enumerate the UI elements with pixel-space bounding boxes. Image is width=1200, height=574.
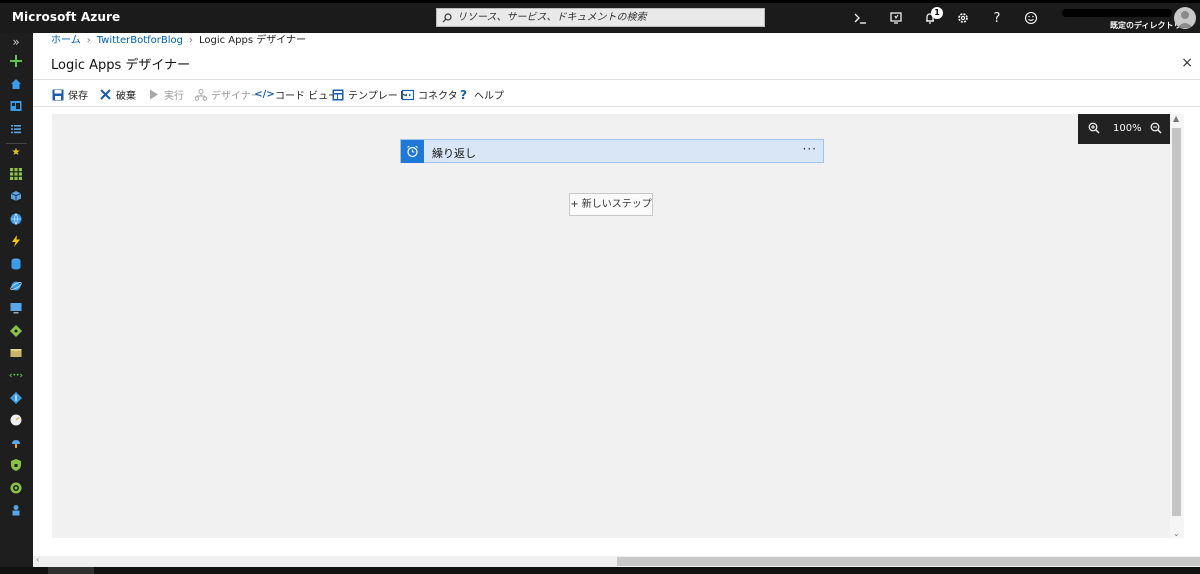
zoom-in-icon[interactable] — [1088, 122, 1100, 137]
canvas-vertical-scrollbar[interactable]: ▲ ⌄ — [1170, 114, 1184, 538]
azure-ad-icon[interactable] — [9, 391, 23, 405]
gear-icon[interactable] — [955, 10, 971, 26]
all-services-icon[interactable] — [9, 122, 23, 136]
scroll-down-arrow[interactable]: ⌄ — [1173, 529, 1180, 538]
left-nav-rail: » ★ ‹··› — [0, 33, 33, 574]
zoom-control: 100% — [1078, 114, 1170, 144]
avatar[interactable] — [1174, 7, 1196, 29]
designer-canvas[interactable] — [52, 114, 1170, 538]
breadcrumb-separator: › — [188, 35, 193, 46]
alarm-clock-icon — [401, 140, 424, 163]
blade-header: Logic Apps デザイナー × — [33, 49, 1200, 80]
scroll-left-arrow[interactable]: ‹ — [36, 555, 39, 564]
dashboard-icon[interactable] — [9, 99, 23, 113]
discard-button[interactable]: 破棄 — [99, 87, 136, 102]
connector-icon — [401, 88, 414, 101]
connectors-button[interactable]: コネクタ — [401, 87, 458, 102]
brand-title[interactable]: Microsoft Azure — [12, 10, 120, 24]
zoom-level: 100% — [1113, 123, 1142, 134]
load-balancer-icon[interactable] — [9, 324, 23, 338]
security-center-icon[interactable] — [9, 458, 23, 472]
favorites-star-icon[interactable]: ★ — [9, 145, 23, 159]
monitor-icon[interactable] — [9, 413, 23, 427]
sql-database-icon[interactable] — [9, 257, 23, 271]
horizontal-scrollbar[interactable]: ‹ — [33, 555, 1200, 567]
cost-management-icon[interactable] — [9, 481, 23, 495]
redacted-user-name — [1062, 9, 1172, 17]
recurrence-trigger-card[interactable]: 繰り返し ··· — [400, 139, 824, 163]
page-title: Logic Apps デザイナー — [51, 58, 191, 73]
virtual-machines-icon[interactable] — [9, 301, 23, 315]
close-icon — [99, 88, 112, 101]
expand-menu-icon[interactable]: » — [9, 35, 23, 49]
code-icon: </> — [254, 89, 275, 100]
breadcrumb-current: Logic Apps デザイナー — [198, 35, 307, 46]
code-view-button[interactable]: </> コード ビュー — [254, 87, 338, 102]
top-bar: Microsoft Azure リソース、サービス、ドキュメントの検索 1 ? … — [0, 0, 1200, 33]
os-taskbar — [0, 567, 1200, 574]
scroll-thumb[interactable] — [1172, 128, 1181, 516]
close-blade-button[interactable]: × — [1181, 55, 1193, 71]
help-support-icon[interactable] — [9, 503, 23, 517]
breadcrumb: ホーム › TwitterBotforBlog › Logic Apps デザイナー — [33, 33, 1200, 49]
breadcrumb-resource-group[interactable]: TwitterBotforBlog — [97, 35, 183, 46]
all-resources-icon[interactable] — [9, 167, 23, 181]
scroll-up-arrow[interactable]: ▲ — [1173, 114, 1179, 123]
run-button[interactable]: 実行 — [147, 87, 184, 102]
designer-button[interactable]: デザイナー — [194, 87, 261, 102]
breadcrumb-separator: › — [86, 35, 91, 46]
horizontal-scroll-thumb[interactable] — [617, 557, 1200, 566]
search-placeholder: リソース、サービス、ドキュメントの検索 — [457, 12, 647, 23]
storage-accounts-icon[interactable] — [9, 346, 23, 360]
template-icon — [331, 88, 344, 101]
nav-divider — [6, 143, 27, 144]
designer-icon — [194, 88, 207, 101]
resource-groups-icon[interactable] — [9, 189, 23, 203]
notification-count-badge: 1 — [931, 7, 943, 19]
directory-name[interactable]: 既定のディレクトリ — [1110, 20, 1181, 31]
global-search-input[interactable]: リソース、サービス、ドキュメントの検索 — [436, 8, 765, 27]
azure-portal-window: Microsoft Azure リソース、サービス、ドキュメントの検索 1 ? … — [0, 0, 1200, 574]
function-app-icon[interactable] — [9, 234, 23, 248]
zoom-out-icon[interactable] — [1150, 122, 1162, 137]
taskbar-item[interactable] — [48, 567, 94, 574]
advisor-icon[interactable] — [9, 436, 23, 450]
home-icon[interactable] — [9, 77, 23, 91]
trigger-title: 繰り返し — [432, 147, 476, 160]
save-button[interactable]: 保存 — [51, 87, 88, 102]
question-icon[interactable]: ? — [989, 10, 1005, 26]
cosmos-db-icon[interactable] — [9, 279, 23, 293]
smiley-icon[interactable] — [1023, 10, 1039, 26]
help-button[interactable]: ? ヘルプ — [457, 87, 504, 103]
breadcrumb-home[interactable]: ホーム — [51, 35, 81, 46]
new-step-button[interactable]: + 新しいステップ — [569, 193, 653, 216]
directory-filter-icon[interactable] — [888, 10, 904, 26]
create-resource-icon[interactable] — [9, 54, 23, 68]
play-icon — [147, 88, 160, 101]
search-icon — [442, 12, 452, 29]
question-icon: ? — [460, 87, 467, 102]
templates-button[interactable]: テンプレート — [331, 87, 408, 102]
app-services-icon[interactable] — [9, 212, 23, 226]
designer-toolbar: 保存 破棄 実行 デザイナー </> コード ビュー テンプレート コネクタ ?… — [33, 81, 1200, 107]
more-options-icon[interactable]: ··· — [803, 142, 817, 156]
save-icon — [51, 88, 64, 101]
virtual-networks-icon[interactable]: ‹··› — [9, 369, 23, 383]
cloud-shell-icon[interactable] — [852, 10, 868, 26]
